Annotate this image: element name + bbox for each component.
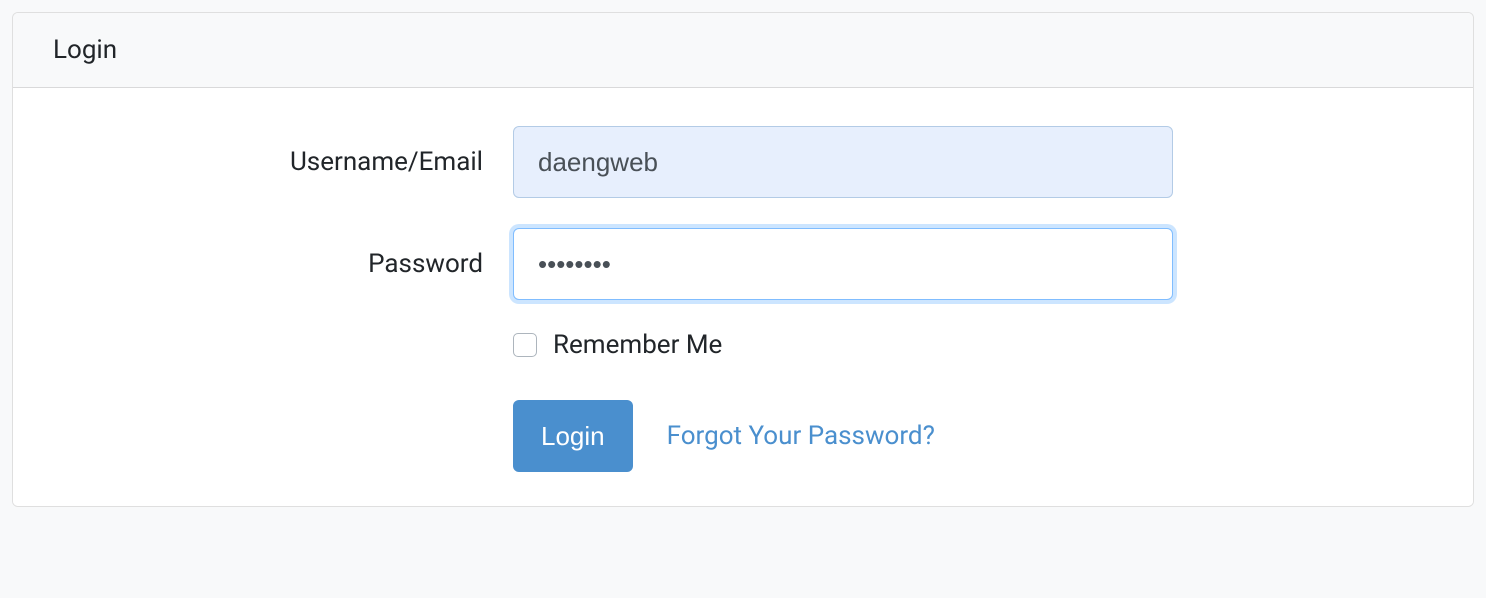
username-input[interactable] — [513, 126, 1173, 198]
forgot-password-link[interactable]: Forgot Your Password? — [667, 421, 935, 451]
card-title: Login — [53, 35, 117, 65]
action-row: Login Forgot Your Password? — [53, 360, 1433, 472]
card-header: Login — [13, 13, 1473, 88]
password-label: Password — [53, 249, 513, 279]
password-row: Password — [53, 228, 1433, 300]
login-card: Login Username/Email Password Remember M… — [12, 12, 1474, 507]
remember-label[interactable]: Remember Me — [553, 330, 722, 360]
password-input[interactable] — [513, 228, 1173, 300]
login-button[interactable]: Login — [513, 400, 633, 472]
card-body: Username/Email Password Remember Me Logi… — [13, 88, 1473, 506]
username-label: Username/Email — [53, 147, 513, 177]
remember-row: Remember Me — [53, 330, 1433, 360]
remember-checkbox[interactable] — [513, 333, 537, 357]
username-row: Username/Email — [53, 126, 1433, 198]
